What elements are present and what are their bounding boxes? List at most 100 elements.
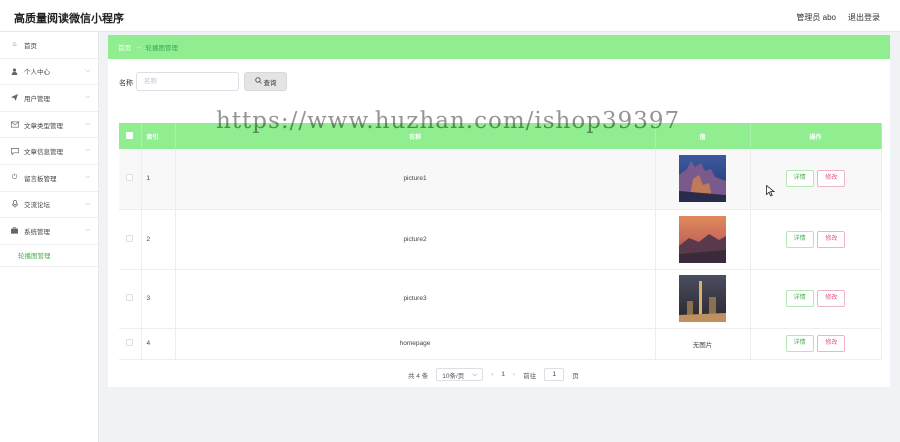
breadcrumb-home[interactable]: 首页 xyxy=(118,42,131,52)
sidebar-item-profile[interactable]: 个人中心 ⌵ xyxy=(0,59,98,86)
row-actions: 详情 修改 xyxy=(750,149,882,210)
breadcrumb-separator: → xyxy=(135,43,142,51)
sidebar-item-home[interactable]: ⌂ 首页 xyxy=(0,32,98,59)
main-panel: 首页 → 轮播图管理 名称 查询 索引 名称 值 操作 1 pic xyxy=(108,35,890,387)
sidebar-item-carousel[interactable]: 轮播图管理 xyxy=(0,245,98,267)
row-actions: 详情 修改 xyxy=(750,209,882,270)
detail-button[interactable]: 详情 xyxy=(785,230,814,248)
breadcrumb-current: 轮播图管理 xyxy=(145,45,179,52)
sidebar-item-label: 个人中心 xyxy=(24,69,50,77)
sidebar-item-label: 文章类型管理 xyxy=(24,122,63,130)
sidebar-item-label: 系统管理 xyxy=(24,228,50,236)
sidebar: ⌂ 首页 个人中心 ⌵ 用户管理 ⌵ 文章类型管理 ⌵ 文章信息管理 ⌵ ⏻ 留… xyxy=(0,32,99,442)
table-row: 4 homepage 无图片 详情 修改 xyxy=(119,328,882,360)
edit-button[interactable]: 修改 xyxy=(817,170,846,188)
top-bar: 高质量阅读微信小程序 管理员 abo 退出登录 xyxy=(0,0,900,32)
chevron-down-icon: ⌵ xyxy=(85,120,90,127)
row-index: 4 xyxy=(141,328,176,360)
page-size-value: 10条/页 xyxy=(442,372,465,380)
table-row: 2 picture2 详情 修改 xyxy=(119,209,882,270)
row-actions: 详情 修改 xyxy=(750,328,882,360)
column-header-actions: 操作 xyxy=(750,123,882,149)
sidebar-item-messages[interactable]: ⏻ 留言板管理 ⌵ xyxy=(0,165,98,192)
search-icon xyxy=(254,77,262,86)
user-area: 管理员 abo 退出登录 xyxy=(796,12,880,23)
pagination: 共 4 条 10条/页 ⌵ ‹ 1 › 前往 页 xyxy=(408,368,579,381)
user-label: 管理员 abo xyxy=(796,13,836,22)
row-name: picture1 xyxy=(175,149,656,210)
sidebar-item-forum[interactable]: 交流论坛 ⌵ xyxy=(0,192,98,219)
power-icon: ⏻ xyxy=(11,173,18,181)
table-header-row: 索引 名称 值 操作 xyxy=(119,123,882,149)
home-icon: ⌂ xyxy=(12,41,17,49)
chevron-down-icon: ⌵ xyxy=(85,227,90,234)
column-header-image: 值 xyxy=(655,123,751,149)
pagination-total: 共 4 条 xyxy=(408,372,429,380)
detail-button[interactable]: 详情 xyxy=(785,290,814,307)
app-title: 高质量阅读微信小程序 xyxy=(14,13,124,25)
sidebar-item-articles[interactable]: 文章信息管理 ⌵ xyxy=(0,138,98,165)
thumbnail-image[interactable] xyxy=(679,155,726,203)
search-label: 名称 xyxy=(119,80,133,87)
logout-link[interactable]: 退出登录 xyxy=(848,12,880,23)
data-table: 索引 名称 值 操作 1 picture1 详情 修改 2 picture2 详… xyxy=(119,123,882,360)
thumbnail-image[interactable] xyxy=(679,275,726,322)
edit-button[interactable]: 修改 xyxy=(817,230,846,248)
search-input[interactable] xyxy=(136,72,239,91)
chevron-down-icon: ⌵ xyxy=(85,200,90,207)
search-button-label: 查询 xyxy=(263,79,277,87)
no-image-text: 无图片 xyxy=(655,328,751,360)
row-checkbox[interactable] xyxy=(119,149,142,210)
row-checkbox[interactable] xyxy=(119,269,142,329)
detail-button[interactable]: 详情 xyxy=(785,335,814,352)
search-button[interactable]: 查询 xyxy=(244,72,287,91)
page-size-select[interactable]: 10条/页 ⌵ xyxy=(436,368,484,381)
sidebar-item-label: 文章信息管理 xyxy=(24,149,63,157)
column-header-index: 索引 xyxy=(141,123,176,149)
microphone-icon xyxy=(10,200,19,208)
mail-icon xyxy=(10,121,19,128)
sidebar-item-label: 首页 xyxy=(24,42,37,50)
sidebar-item-article-types[interactable]: 文章类型管理 ⌵ xyxy=(0,112,98,139)
chat-icon xyxy=(10,147,19,155)
mouse-cursor-icon xyxy=(766,185,775,197)
row-image-cell xyxy=(655,269,751,329)
row-index: 3 xyxy=(141,269,176,329)
row-checkbox[interactable] xyxy=(119,209,142,270)
chevron-down-icon: ⌵ xyxy=(85,67,90,74)
row-name: homepage xyxy=(175,328,656,360)
row-checkbox[interactable] xyxy=(119,328,142,360)
briefcase-icon xyxy=(10,227,19,235)
row-index: 2 xyxy=(141,209,176,270)
sidebar-item-users[interactable]: 用户管理 ⌵ xyxy=(0,85,98,112)
goto-page-input[interactable] xyxy=(544,368,565,381)
row-image-cell xyxy=(655,149,751,210)
edit-button[interactable]: 修改 xyxy=(817,335,846,352)
row-index: 1 xyxy=(141,149,176,210)
sidebar-item-label: 用户管理 xyxy=(24,95,50,103)
breadcrumb: 首页 → 轮播图管理 xyxy=(108,35,890,59)
row-actions: 详情 修改 xyxy=(750,269,882,329)
edit-button[interactable]: 修改 xyxy=(817,290,846,307)
page-suffix-label: 页 xyxy=(572,372,579,380)
next-page-button[interactable]: › xyxy=(513,371,515,378)
row-name: picture3 xyxy=(175,269,656,329)
chevron-down-icon: ⌵ xyxy=(85,147,90,154)
chevron-down-icon: ⌵ xyxy=(85,173,90,180)
select-all-checkbox[interactable] xyxy=(119,123,142,149)
table-row: 3 picture3 详情 修改 xyxy=(119,269,882,329)
chevron-down-icon: ⌵ xyxy=(85,94,90,101)
row-image-cell xyxy=(655,209,751,270)
current-page-number[interactable]: 1 xyxy=(501,371,505,378)
goto-label: 前往 xyxy=(523,372,537,380)
prev-page-button[interactable]: ‹ xyxy=(491,371,493,378)
sidebar-item-system[interactable]: 系统管理 ⌵ xyxy=(0,218,98,245)
send-icon xyxy=(10,94,19,102)
column-header-name: 名称 xyxy=(175,123,656,149)
sidebar-item-label: 留言板管理 xyxy=(24,175,57,183)
row-name: picture2 xyxy=(175,209,656,270)
chevron-down-icon: ⌵ xyxy=(472,370,478,378)
table-row: 1 picture1 详情 修改 xyxy=(119,149,882,210)
detail-button[interactable]: 详情 xyxy=(785,170,814,188)
thumbnail-image[interactable] xyxy=(679,215,726,263)
